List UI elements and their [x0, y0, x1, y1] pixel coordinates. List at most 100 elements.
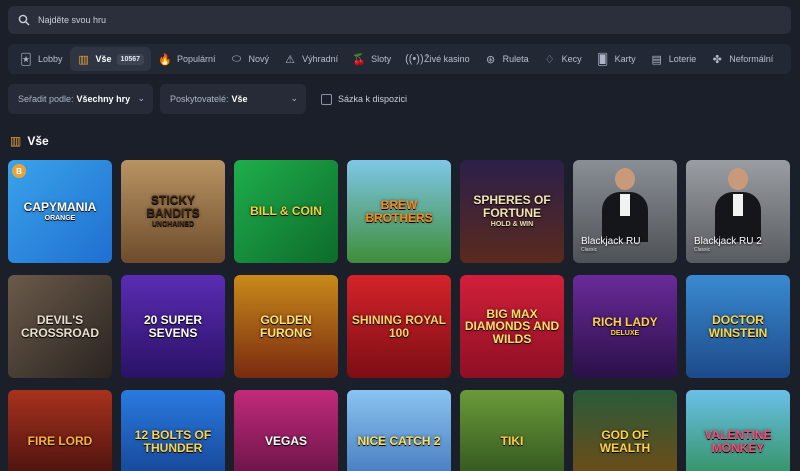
game-title-text: Valentine Monkey — [704, 427, 772, 455]
game-subtitle: Hold & Win — [490, 221, 534, 229]
game-title: Devil's Crossroad — [8, 314, 112, 339]
tab-kecy[interactable]: ♢ Kecy — [536, 47, 589, 71]
game-title: Sticky Bandits Unchained — [121, 194, 225, 229]
game-title: Blackjack RU Classic — [581, 237, 640, 253]
lottery-icon: ▤ — [651, 53, 662, 66]
bet-available-checkbox[interactable]: Sázka k dispozici — [321, 93, 408, 105]
exclusive-icon: ⚠ — [285, 53, 295, 66]
provider-value: Vše — [231, 94, 248, 104]
slot-machine-icon: ▥ — [78, 53, 89, 66]
tab-label: Populární — [177, 54, 216, 64]
section-heading: ▥ Vše — [10, 134, 49, 148]
tab-label: Vše — [95, 54, 112, 64]
game-tile[interactable]: Fire Lord — [8, 390, 112, 471]
game-title: Shining Royal 100 — [347, 314, 451, 339]
game-tile[interactable]: Vegas — [234, 390, 338, 471]
game-title: Fire Lord — [24, 435, 97, 448]
game-tile[interactable]: Tiki — [460, 390, 564, 471]
tab-label: Lobby — [38, 54, 63, 64]
game-tile[interactable]: Brew Brothers — [347, 160, 451, 263]
game-tile[interactable]: Shining Royal 100 — [347, 275, 451, 378]
game-title-text: Spheres of Fortune — [473, 193, 551, 220]
game-subtitle: Unchained — [152, 221, 194, 229]
tab-sloty[interactable]: 🍒 Sloty — [345, 47, 398, 71]
game-title-text: Bill & Coin — [250, 204, 322, 219]
filters-bar: Seřadit podle: Všechny hry ⌄ Poskytovate… — [8, 84, 407, 114]
game-title-text: Tiki — [500, 434, 524, 449]
game-title-text: Doctor Winstein — [708, 312, 768, 340]
tab-karty[interactable]: 🂠 Karty — [589, 47, 643, 71]
game-tile[interactable]: Valentine Monkey — [686, 390, 790, 471]
game-title-text: Rich Lady — [592, 314, 658, 329]
game-title: Brew Brothers — [347, 199, 451, 224]
provider-select[interactable]: Poskytovatelé: Vše ⌄ — [160, 84, 306, 114]
game-tile[interactable]: Sticky Bandits Unchained — [121, 160, 225, 263]
game-tile[interactable]: Golden Furong — [234, 275, 338, 378]
dealer-image — [715, 168, 761, 242]
cherries-icon: 🍒 — [352, 53, 366, 66]
section-title: Vše — [27, 134, 49, 148]
tab-label: Loterie — [668, 54, 697, 64]
game-tile[interactable]: Rich Lady deluxe — [573, 275, 677, 378]
tab-lobby[interactable]: 🃏 Lobby — [12, 47, 70, 71]
game-title: Vegas — [261, 435, 311, 448]
search-input[interactable] — [38, 15, 738, 25]
game-title: Tiki — [497, 435, 528, 448]
tab-vše[interactable]: ▥ Vše 10567 — [69, 47, 152, 71]
game-tile[interactable]: Blackjack RU Classic — [573, 160, 677, 263]
slot-machine-icon: ▥ — [10, 134, 22, 148]
chevron-down-icon: ⌄ — [290, 93, 298, 103]
game-tile[interactable]: God of Wealth — [573, 390, 677, 471]
game-title-text: Blackjack RU — [581, 236, 641, 247]
game-title: Capymania Orange — [20, 199, 101, 223]
tab-ruleta[interactable]: ⊛ Ruleta — [477, 47, 536, 71]
search-bar[interactable] — [8, 6, 791, 34]
game-tile[interactable]: Spheres of Fortune Hold & Win — [460, 160, 564, 263]
game-tile[interactable]: 20 Super Sevens — [121, 275, 225, 378]
game-title-text: Blackjack RU 2 — [694, 236, 762, 247]
live-icon: ((•)) — [405, 53, 424, 65]
game-title-text: Golden Furong — [260, 312, 312, 340]
dealer-image — [602, 168, 648, 242]
tab-živé-kasino[interactable]: ((•)) Živé kasino — [398, 47, 477, 71]
tab-label: Sloty — [371, 54, 392, 64]
game-subtitle: deluxe — [610, 330, 640, 338]
checkbox-box[interactable] — [321, 93, 332, 105]
sort-select[interactable]: Seřadit podle: Všechny hry ⌄ — [8, 84, 153, 114]
tab-loterie[interactable]: ▤ Loterie — [643, 47, 704, 71]
game-title: Spheres of Fortune Hold & Win — [460, 194, 564, 229]
game-title-text: Devil's Crossroad — [20, 312, 99, 340]
bet-available-label: Sázka k dispozici — [338, 94, 408, 104]
game-tile[interactable]: Bill & Coin — [234, 160, 338, 263]
chat-icon: ♢ — [544, 53, 555, 66]
provider-label: Poskytovatelé: — [170, 94, 229, 104]
tab-populární[interactable]: 🔥 Populární — [151, 47, 223, 71]
game-title-text: Capymania — [23, 199, 97, 214]
new-icon: ⬭ — [231, 52, 242, 65]
game-title: Nice Catch 2 — [353, 435, 444, 448]
tab-výhradní[interactable]: ⚠ Výhradní — [276, 47, 345, 71]
game-tile[interactable]: Big Max Diamonds and Wilds — [460, 275, 564, 378]
game-title-text: Vegas — [264, 434, 307, 449]
tab-nový[interactable]: ⬭ Nový — [223, 47, 277, 71]
roulette-icon: ⊛ — [486, 53, 496, 66]
tab-label: Ruleta — [502, 54, 529, 64]
game-title-text: 12 Bolts of Thunder — [134, 427, 212, 455]
game-tile[interactable]: Nice Catch 2 — [347, 390, 451, 471]
game-tile[interactable]: Devil's Crossroad — [8, 275, 112, 378]
game-tile[interactable]: Blackjack RU 2 Classic — [686, 160, 790, 263]
tab-label: Nový — [248, 54, 270, 64]
game-tile[interactable]: Capymania Orange B — [8, 160, 112, 263]
game-tile[interactable]: Doctor Winstein — [686, 275, 790, 378]
flame-icon: 🔥 — [158, 53, 172, 66]
tab-neformální[interactable]: ✤ Neformální — [703, 47, 780, 71]
game-title: Bill & Coin — [246, 205, 326, 218]
game-tile[interactable]: 12 Bolts of Thunder — [121, 390, 225, 471]
game-title-text: Sticky Bandits — [146, 193, 200, 220]
game-title: Blackjack RU 2 Classic — [694, 237, 762, 253]
chevron-down-icon: ⌄ — [137, 93, 145, 103]
tab-label: Karty — [614, 54, 636, 64]
game-title: God of Wealth — [573, 429, 677, 454]
game-title: 12 Bolts of Thunder — [121, 429, 225, 454]
game-title: Rich Lady deluxe — [588, 314, 661, 338]
